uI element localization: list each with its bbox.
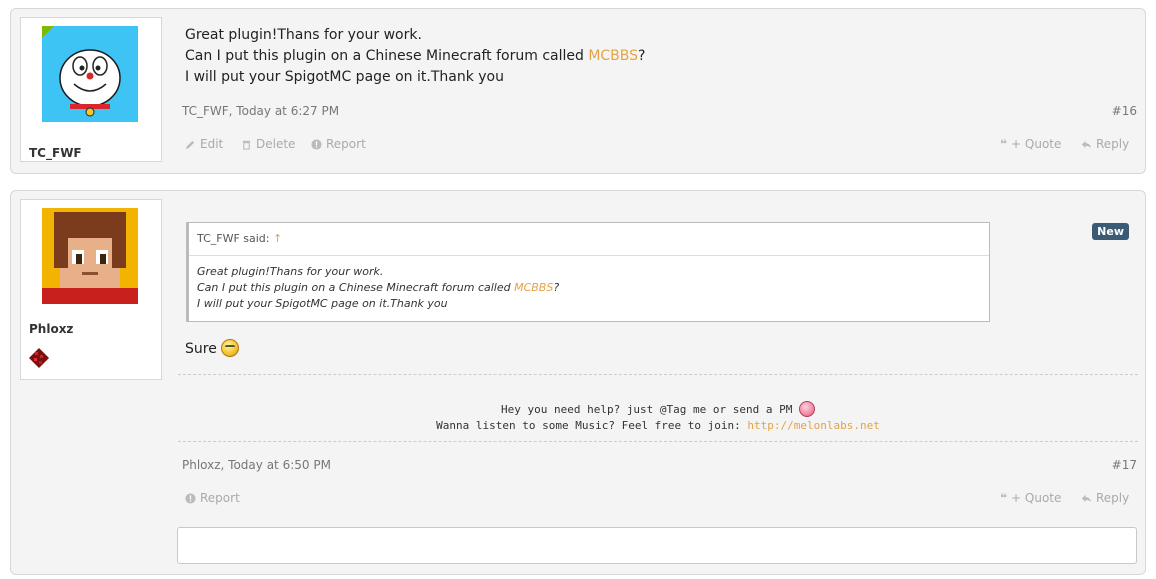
username[interactable]: TC_FWF [29,146,82,160]
tongue-smiley-icon [799,401,816,417]
reply-icon [1081,140,1092,148]
quote-line-2: Can I put this plugin on a Chinese Minec… [197,280,981,296]
post-number[interactable]: #16 [1112,104,1137,118]
signature-text: Wanna listen to some Music? Feel free to… [436,419,748,432]
reply-icon [1081,494,1092,502]
quote-button[interactable]: ❝ + Quote [1000,137,1061,151]
signature-line-1: Hey you need help? just @Tag me or send … [178,401,1138,418]
avatar[interactable] [42,208,138,304]
new-badge: New [1092,223,1129,240]
post-16: TC_FWF Great plugin!Thans for your work.… [10,8,1146,174]
message-line-3: I will put your SpigotMC page on it.Than… [185,69,504,85]
alert-icon [185,492,196,504]
quick-reply-input[interactable] [177,527,1137,564]
signature-divider [178,441,1138,442]
username[interactable]: Phloxz [29,322,73,336]
edit-label: Edit [200,137,224,151]
user-info-box: Phloxz [20,199,162,380]
report-button[interactable]: Report [185,491,240,505]
reply-label: Reply [1096,491,1130,505]
quote-body: Great plugin!Thans for your work. Can I … [189,256,989,320]
report-label: Report [326,137,366,151]
quote-block: TC_FWF said: ↑ Great plugin!Thans for yo… [186,222,990,322]
message-text: Can I put this plugin on a Chinese Minec… [185,48,589,64]
quote-line-3: I will put your SpigotMC page on it.Than… [197,297,448,310]
message-line-2: Can I put this plugin on a Chinese Minec… [185,48,645,64]
quote-button[interactable]: ❝ + Quote [1000,491,1061,505]
delete-button[interactable]: Delete [241,137,295,151]
redstone-badge-icon [27,346,51,370]
delete-label: Delete [256,137,296,151]
message-line-1: Great plugin!Thans for your work. [185,27,422,43]
quote-text: Can I put this plugin on a Chinese Minec… [197,281,515,294]
signature-divider [178,374,1138,375]
post-meta[interactable]: TC_FWF, Today at 6:27 PM [182,104,339,118]
post-number[interactable]: #17 [1112,458,1137,472]
user-info-box: TC_FWF [20,17,162,162]
signature-text: Hey you need help? just @Tag me or send … [500,403,793,416]
edit-button[interactable]: Edit [185,137,223,151]
jump-to-quote-arrow[interactable]: ↑ [273,232,282,245]
reply-label: Reply [1096,137,1130,151]
online-indicator [42,26,54,38]
reply-button[interactable]: Reply [1081,137,1129,151]
quote-author: TC_FWF said: [197,232,270,245]
quote-line-1: Great plugin!Thans for your work. [197,265,384,278]
report-button[interactable]: Report [311,137,366,151]
quote-icon: ❝ [1000,491,1008,505]
smiley-icon [221,339,240,357]
avatar[interactable] [42,26,138,122]
pencil-icon [185,140,195,149]
alert-icon [311,138,322,150]
quote-text: ? [553,281,560,294]
message-text: Sure [185,341,217,357]
report-label: Report [200,491,240,505]
mcbbs-link[interactable]: MCBBS [588,48,638,64]
melonlabs-link[interactable]: http://melonlabs.net [747,419,879,432]
quote-label: + Quote [1011,491,1062,505]
trash-icon [242,140,251,150]
quote-label: + Quote [1011,137,1062,151]
quote-header: TC_FWF said: ↑ [189,223,989,256]
quote-icon: ❝ [1000,137,1008,151]
post-meta[interactable]: Phloxz, Today at 6:50 PM [182,458,331,472]
mcbbs-link[interactable]: MCBBS [514,281,553,294]
signature-line-2: Wanna listen to some Music? Feel free to… [178,418,1138,434]
reply-button[interactable]: Reply [1081,491,1129,505]
message-line: Sure [185,339,240,357]
post-17: Phloxz New TC_FWF said: ↑ Great plugin!T… [10,190,1146,575]
signature: Hey you need help? just @Tag me or send … [178,401,1138,434]
message-text: ? [638,48,646,64]
